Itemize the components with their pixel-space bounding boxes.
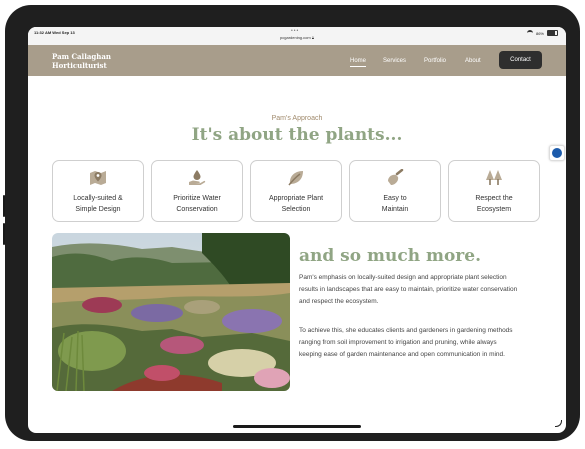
card-label-line: Locally-suited &: [73, 195, 123, 202]
volume-button: [3, 195, 5, 217]
approach-card-maintain: Easy to Maintain: [349, 160, 441, 222]
water-hand-icon: [189, 170, 206, 185]
card-label: Prioritize Water Conservation: [152, 193, 242, 215]
screen: 11:32 AM Wed Sep 13 ••• pcgardening.com …: [28, 27, 566, 433]
home-indicator[interactable]: [233, 425, 361, 428]
card-label-line: Respect the: [475, 195, 513, 202]
section-eyebrow: Pam's Approach: [271, 115, 323, 122]
contact-button[interactable]: Contact: [499, 51, 542, 69]
status-bar: 11:32 AM Wed Sep 13 ••• pcgardening.com …: [28, 27, 566, 45]
approach-paragraph: Pam's emphasis on locally-suited design …: [299, 274, 518, 305]
leaf-icon: [288, 171, 303, 186]
site-header: Pam Callaghan Horticulturist Home Servic…: [28, 45, 566, 76]
card-label-line: Simple Design: [75, 206, 121, 213]
card-label-line: Appropriate Plant: [268, 195, 324, 202]
card-label-line: Selection: [281, 206, 311, 213]
nav-portfolio[interactable]: Portfolio: [424, 58, 446, 64]
accessibility-button[interactable]: [549, 145, 565, 161]
battery-percent: 86%: [535, 30, 544, 36]
card-label: Easy to Maintain: [350, 193, 440, 215]
tablet-frame: 11:32 AM Wed Sep 13 ••• pcgardening.com …: [3, 5, 580, 441]
card-label-line: Ecosystem: [476, 206, 512, 213]
more-dots-icon[interactable]: •••: [291, 28, 299, 34]
card-label: Locally-suited & Simple Design: [53, 193, 143, 215]
card-label-line: Prioritize Water: [173, 195, 221, 202]
section-headline: It's about the plants...: [191, 125, 403, 145]
card-label-line: Easy to: [383, 195, 407, 202]
map-pin-icon: [90, 171, 106, 185]
address-bar[interactable]: pcgardening.com 🔒︎: [28, 35, 566, 40]
nav-about[interactable]: About: [465, 58, 481, 64]
brand-name: Pam Callaghan: [52, 52, 112, 61]
approach-card-ecosystem: Respect the Ecosystem: [448, 160, 540, 222]
battery-icon: [547, 30, 558, 36]
card-label-line: Conservation: [176, 206, 218, 213]
status-indicators: 86%: [526, 30, 558, 36]
site-logo[interactable]: Pam Callaghan Horticulturist: [52, 52, 111, 70]
approach-card-design: Locally-suited & Simple Design: [52, 160, 144, 222]
trees-icon: [486, 170, 502, 185]
card-label: Respect the Ecosystem: [449, 193, 539, 215]
nav-home[interactable]: Home: [350, 58, 367, 67]
card-label: Appropriate Plant Selection: [251, 193, 341, 215]
url-text: pcgardening.com: [280, 35, 311, 40]
more-headline: and so much more.: [299, 246, 482, 266]
education-paragraph: To achieve this, she educates clients an…: [299, 327, 513, 358]
lock-icon: 🔒︎: [311, 35, 314, 40]
nav-services[interactable]: Services: [383, 58, 406, 64]
card-label-line: Maintain: [381, 206, 409, 213]
garden-photo: [52, 233, 290, 391]
corner-indicator: [555, 420, 562, 427]
brand-title: Horticulturist: [52, 61, 107, 70]
accessibility-icon: [552, 148, 562, 158]
trowel-icon: [388, 169, 404, 185]
approach-card-water: Prioritize Water Conservation: [151, 160, 243, 222]
wifi-icon: [526, 30, 533, 36]
approach-card-plant: Appropriate Plant Selection: [250, 160, 342, 222]
volume-button: [3, 223, 5, 245]
